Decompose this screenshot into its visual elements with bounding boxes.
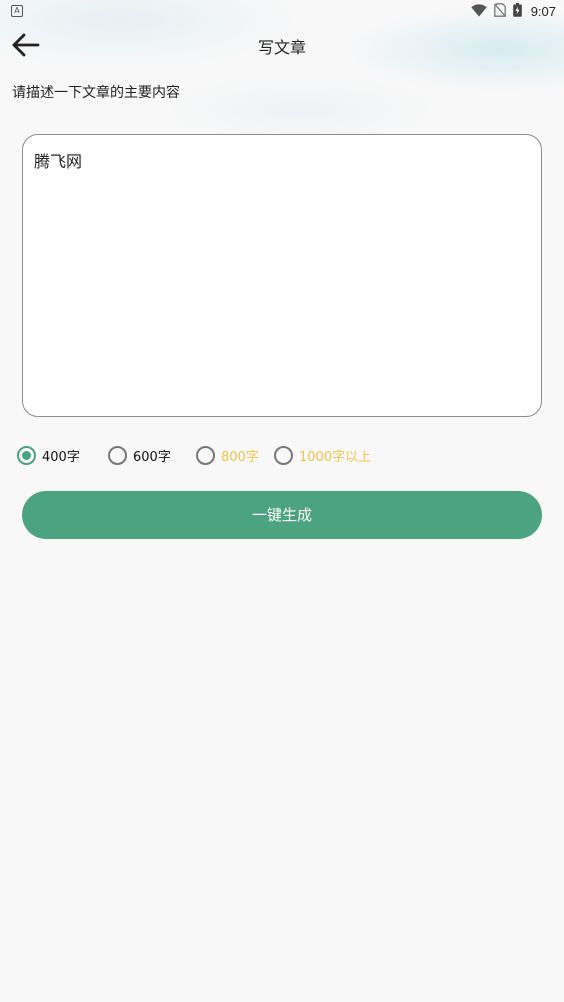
battery-icon bbox=[512, 2, 522, 21]
page-title: 写文章 bbox=[257, 38, 306, 57]
radio-unchecked-icon bbox=[196, 445, 215, 465]
radio-unchecked-icon bbox=[274, 445, 293, 465]
generate-button[interactable]: 一键生成 bbox=[22, 491, 542, 539]
option-600-words[interactable]: 600字 bbox=[108, 444, 171, 466]
wifi-icon bbox=[470, 2, 487, 21]
option-800-words[interactable]: 800字 bbox=[196, 444, 259, 466]
notification-icon: A bbox=[11, 5, 23, 17]
option-1000-plus-words[interactable]: 1000字以上 bbox=[274, 444, 371, 466]
prompt-label: 请描述一下文章的主要内容 bbox=[12, 85, 180, 101]
article-description-input[interactable]: 腾飞网 bbox=[22, 134, 542, 417]
option-label: 800字 bbox=[221, 449, 259, 465]
radio-unchecked-icon bbox=[108, 445, 127, 465]
option-label: 1000字以上 bbox=[299, 449, 372, 465]
status-time: 9:07 bbox=[530, 3, 556, 19]
option-400-words[interactable]: 400字 bbox=[17, 444, 80, 466]
option-label: 400字 bbox=[42, 449, 80, 465]
option-label: 600字 bbox=[133, 449, 171, 465]
status-bar: A 9:07 bbox=[0, 0, 564, 22]
input-value: 腾飞网 bbox=[34, 152, 83, 171]
radio-checked-icon bbox=[17, 445, 36, 465]
status-icons: 9:07 bbox=[470, 2, 556, 21]
no-sim-icon bbox=[493, 2, 506, 21]
